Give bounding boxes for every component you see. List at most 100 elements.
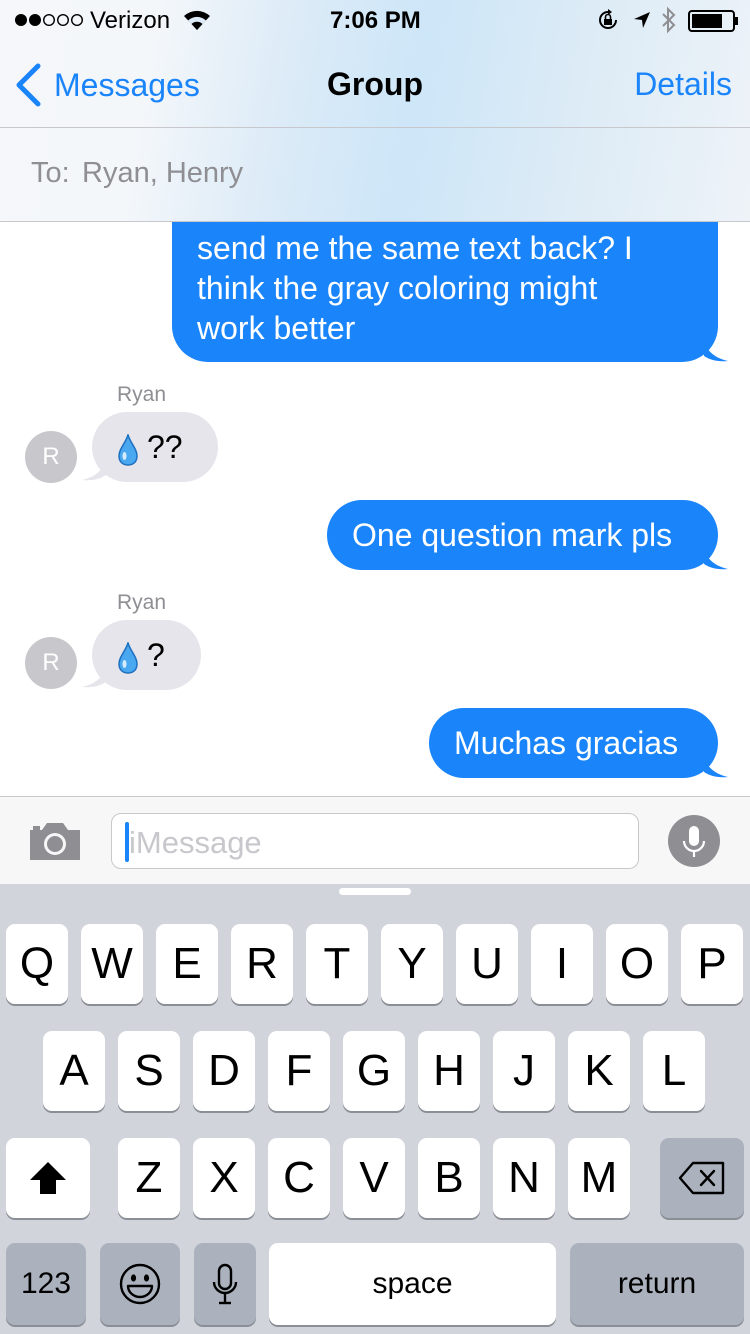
- message-text-line: send me the same text back? I: [197, 230, 633, 266]
- dictation-key[interactable]: [194, 1243, 256, 1325]
- key-j[interactable]: J: [493, 1031, 555, 1111]
- key-label: F: [285, 1046, 313, 1095]
- key-c[interactable]: C: [268, 1138, 330, 1218]
- key-label: Z: [135, 1153, 163, 1202]
- key-label: U: [471, 939, 503, 988]
- message-input-placeholder: iMessage: [129, 825, 262, 860]
- key-label: E: [172, 939, 202, 988]
- message-input-bar: iMessage: [0, 796, 750, 884]
- key-label: O: [619, 939, 655, 988]
- wifi-icon: [184, 10, 210, 30]
- key-i[interactable]: I: [531, 924, 593, 1004]
- message-text: Muchas gracias: [454, 725, 679, 761]
- emoji-key[interactable]: [100, 1243, 180, 1325]
- numbers-key[interactable]: 123: [6, 1243, 86, 1325]
- key-z[interactable]: Z: [118, 1138, 180, 1218]
- key-label: B: [434, 1153, 464, 1202]
- microphone-icon: [212, 1263, 238, 1305]
- key-label: G: [356, 1046, 392, 1095]
- key-b[interactable]: B: [418, 1138, 480, 1218]
- key-x[interactable]: X: [193, 1138, 255, 1218]
- key-label: C: [283, 1153, 315, 1202]
- key-p[interactable]: P: [681, 924, 743, 1004]
- message-bubble-outgoing[interactable]: send me the same text back? I think the …: [172, 220, 718, 362]
- key-h[interactable]: H: [418, 1031, 480, 1111]
- key-r[interactable]: R: [231, 924, 293, 1004]
- return-key[interactable]: return: [570, 1243, 744, 1325]
- bluetooth-icon: [662, 6, 676, 34]
- message-bubble-incoming[interactable]: ?: [92, 620, 201, 690]
- message-bubble-outgoing[interactable]: One question mark pls: [327, 500, 718, 570]
- message-bubble-incoming[interactable]: ??: [92, 412, 218, 482]
- message-input[interactable]: iMessage: [111, 813, 639, 869]
- key-label: H: [433, 1046, 465, 1095]
- key-label: P: [697, 939, 727, 988]
- to-label: To:: [31, 157, 70, 189]
- microphone-button[interactable]: [668, 815, 720, 867]
- microphone-icon: [682, 826, 706, 857]
- key-e[interactable]: E: [156, 924, 218, 1004]
- key-label: W: [91, 939, 133, 988]
- key-s[interactable]: S: [118, 1031, 180, 1111]
- header: Verizon 7:06 PM Messages Group Details T…: [0, 0, 750, 222]
- key-k[interactable]: K: [568, 1031, 630, 1111]
- keyboard: Q W E R T Y U I O P A S D F G H J K L Z …: [0, 884, 750, 1334]
- message-text-line: work better: [197, 310, 356, 346]
- keyboard-handle: [339, 888, 411, 895]
- recipients-list: Ryan, Henry: [82, 157, 244, 189]
- message-bubble-outgoing[interactable]: Muchas gracias: [429, 708, 718, 778]
- details-button[interactable]: Details: [634, 66, 732, 103]
- key-u[interactable]: U: [456, 924, 518, 1004]
- recipients-field[interactable]: To: Ryan, Henry: [0, 129, 750, 221]
- message-list[interactable]: send me the same text back? I think the …: [0, 220, 750, 796]
- signal-strength-icon: [15, 13, 84, 27]
- key-d[interactable]: D: [193, 1031, 255, 1111]
- key-label: N: [508, 1153, 540, 1202]
- chevron-left-icon: [16, 63, 41, 107]
- message-text-line: think the gray coloring might: [197, 270, 598, 306]
- key-label: I: [555, 939, 569, 988]
- key-label: V: [359, 1153, 389, 1202]
- rotation-lock-icon: [599, 9, 617, 29]
- message-text: One question mark pls: [352, 517, 673, 553]
- avatar-initial: R: [42, 443, 60, 470]
- carrier-name: Verizon: [90, 7, 171, 34]
- key-g[interactable]: G: [343, 1031, 405, 1111]
- avatar[interactable]: R: [25, 431, 77, 483]
- sender-name: Ryan: [117, 383, 167, 406]
- key-label: 123: [20, 1267, 72, 1300]
- sender-name: Ryan: [117, 591, 167, 614]
- key-label: D: [208, 1046, 240, 1095]
- back-button[interactable]: Messages: [14, 62, 200, 108]
- emoji-icon: [119, 1263, 161, 1305]
- key-label: space: [372, 1267, 453, 1300]
- key-l[interactable]: L: [643, 1031, 705, 1111]
- key-v[interactable]: V: [343, 1138, 405, 1218]
- bubble-tail: [704, 756, 728, 778]
- key-n[interactable]: N: [493, 1138, 555, 1218]
- shift-key[interactable]: [6, 1138, 90, 1218]
- camera-icon[interactable]: [28, 820, 82, 862]
- shift-icon: [30, 1162, 66, 1194]
- avatar[interactable]: R: [25, 637, 77, 689]
- delete-icon: [678, 1161, 725, 1195]
- status-bar: Verizon 7:06 PM: [0, 0, 750, 40]
- key-label: J: [513, 1046, 535, 1095]
- location-arrow-icon: [634, 12, 650, 28]
- droplet-icon: [118, 641, 138, 674]
- key-w[interactable]: W: [81, 924, 143, 1004]
- key-label: R: [246, 939, 278, 988]
- key-label: Y: [397, 939, 427, 988]
- delete-key[interactable]: [660, 1138, 744, 1218]
- key-label: return: [617, 1267, 697, 1300]
- key-label: A: [59, 1046, 89, 1095]
- key-f[interactable]: F: [268, 1031, 330, 1111]
- key-y[interactable]: Y: [381, 924, 443, 1004]
- space-key[interactable]: space: [269, 1243, 556, 1325]
- key-q[interactable]: Q: [6, 924, 68, 1004]
- key-a[interactable]: A: [43, 1031, 105, 1111]
- key-t[interactable]: T: [306, 924, 368, 1004]
- key-o[interactable]: O: [606, 924, 668, 1004]
- message-text: ?: [147, 637, 165, 673]
- key-m[interactable]: M: [568, 1138, 630, 1218]
